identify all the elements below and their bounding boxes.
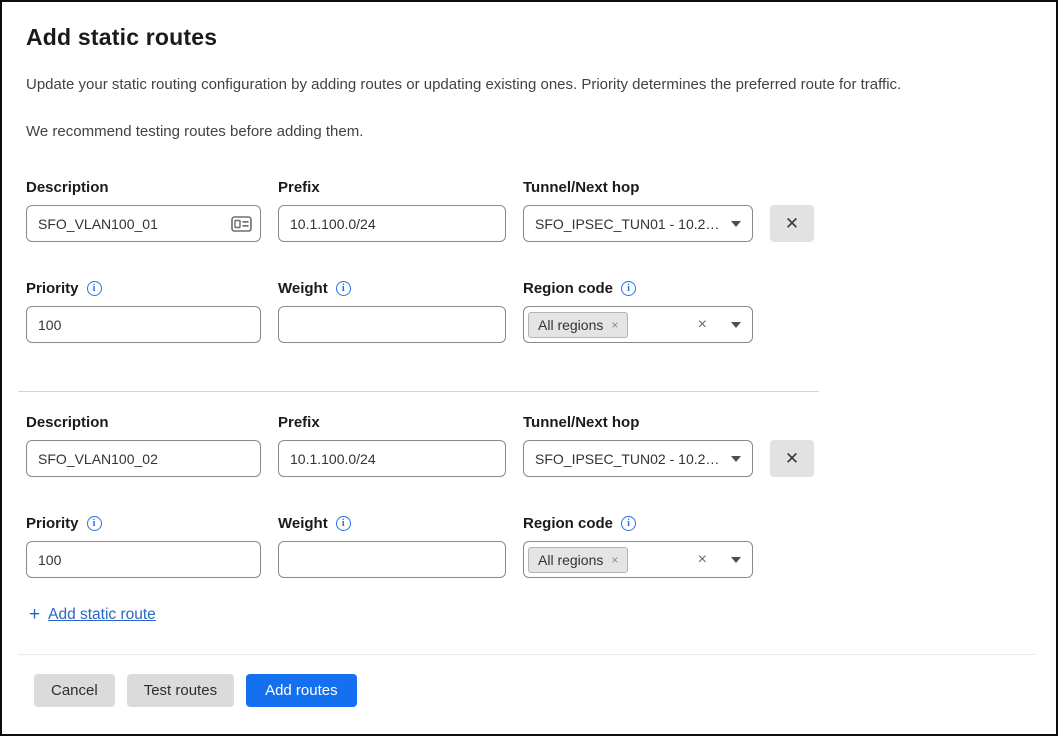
add-static-route-link[interactable]: + Add static route [29,605,156,624]
description-label: Description [26,414,109,431]
priority-field-2: Priority i [26,515,261,578]
region-chip-label: All regions [538,552,603,568]
contact-card-icon [231,216,252,232]
clear-selection-icon[interactable]: × [698,551,707,569]
info-icon[interactable]: i [336,281,351,296]
description-label-text: Description [26,179,109,196]
intro-note: We recommend testing routes before addin… [26,123,1032,140]
page-title: Add static routes [26,24,1032,51]
priority-label-text: Priority [26,515,79,532]
prefix-label: Prefix [278,179,320,196]
priority-field-1: Priority i [26,280,261,343]
tunnel-label-text: Tunnel/Next hop [523,414,639,431]
add-routes-button[interactable]: Add routes [246,674,357,707]
priority-input-2[interactable] [26,541,261,578]
add-static-route-link-label: Add static route [48,606,156,624]
tunnel-field-2: Tunnel/Next hop SFO_IPSEC_TUN02 - 10.25.… [523,414,753,477]
tunnel-label-text: Tunnel/Next hop [523,179,639,196]
prefix-label-text: Prefix [278,179,320,196]
info-icon[interactable]: i [621,516,636,531]
region-field-2: Region code i All regions × × [523,515,753,578]
region-chip: All regions × [528,547,628,573]
region-label: Region code i [523,280,636,297]
close-icon: ✕ [785,449,799,469]
region-field-1: Region code i All regions × × [523,280,753,343]
close-icon: ✕ [785,214,799,234]
clear-selection-icon[interactable]: × [698,316,707,334]
route-2-row-2: Priority i Weight i Region code [26,515,1032,578]
tunnel-label: Tunnel/Next hop [523,179,639,196]
prefix-input-1[interactable] [278,205,506,242]
priority-label: Priority i [26,280,102,297]
priority-input-1[interactable] [26,306,261,343]
chevron-down-icon [731,322,741,328]
chevron-down-icon [731,557,741,563]
tunnel-field-1: Tunnel/Next hop SFO_IPSEC_TUN01 - 10.25.… [523,179,753,242]
weight-input-1[interactable] [278,306,506,343]
chevron-down-icon [731,456,741,462]
region-chip-label: All regions [538,317,603,333]
description-input-2[interactable] [26,440,261,477]
route-1-row-1: Description Prefix [26,179,1032,242]
prefix-field-2: Prefix [278,414,506,477]
test-routes-button[interactable]: Test routes [127,674,234,707]
tunnel-selected-value: SFO_IPSEC_TUN01 - 10.25... [535,216,723,232]
weight-label-text: Weight [278,515,328,532]
priority-label: Priority i [26,515,102,532]
region-label-text: Region code [523,515,613,532]
tunnel-select-2[interactable]: SFO_IPSEC_TUN02 - 10.25... [523,440,753,477]
add-static-routes-dialog: Add static routes Update your static rou… [0,0,1058,736]
remove-route-2-button[interactable]: ✕ [770,440,814,477]
prefix-label: Prefix [278,414,320,431]
intro-text: Update your static routing configuration… [26,76,1032,93]
prefix-field-1: Prefix [278,179,506,242]
region-select-2[interactable]: All regions × × [523,541,753,578]
description-input-1[interactable] [26,205,261,242]
chip-remove-icon[interactable]: × [611,318,618,332]
remove-route-1-button[interactable]: ✕ [770,205,814,242]
footer-actions: Cancel Test routes Add routes [34,674,1032,707]
weight-field-1: Weight i [278,280,506,343]
route-2-row-1: Description Prefix Tunnel/Next hop SFO_I… [26,414,1032,477]
description-field-2: Description [26,414,261,477]
info-icon[interactable]: i [336,516,351,531]
description-label-text: Description [26,414,109,431]
region-label: Region code i [523,515,636,532]
route-1-row-2: Priority i Weight i Region code [26,280,1032,343]
route-divider [18,391,819,392]
tunnel-select-1[interactable]: SFO_IPSEC_TUN01 - 10.25... [523,205,753,242]
plus-icon: + [29,605,40,624]
weight-input-2[interactable] [278,541,506,578]
chip-remove-icon[interactable]: × [611,553,618,567]
weight-label: Weight i [278,515,351,532]
info-icon[interactable]: i [87,516,102,531]
footer-divider [18,654,1036,655]
region-label-text: Region code [523,280,613,297]
region-chip: All regions × [528,312,628,338]
description-field-1: Description [26,179,261,242]
prefix-label-text: Prefix [278,414,320,431]
description-label: Description [26,179,109,196]
info-icon[interactable]: i [87,281,102,296]
weight-label-text: Weight [278,280,328,297]
chevron-down-icon [731,221,741,227]
weight-field-2: Weight i [278,515,506,578]
weight-label: Weight i [278,280,351,297]
region-select-1[interactable]: All regions × × [523,306,753,343]
priority-label-text: Priority [26,280,79,297]
tunnel-selected-value: SFO_IPSEC_TUN02 - 10.25... [535,451,723,467]
cancel-button[interactable]: Cancel [34,674,115,707]
prefix-input-2[interactable] [278,440,506,477]
info-icon[interactable]: i [621,281,636,296]
tunnel-label: Tunnel/Next hop [523,414,639,431]
